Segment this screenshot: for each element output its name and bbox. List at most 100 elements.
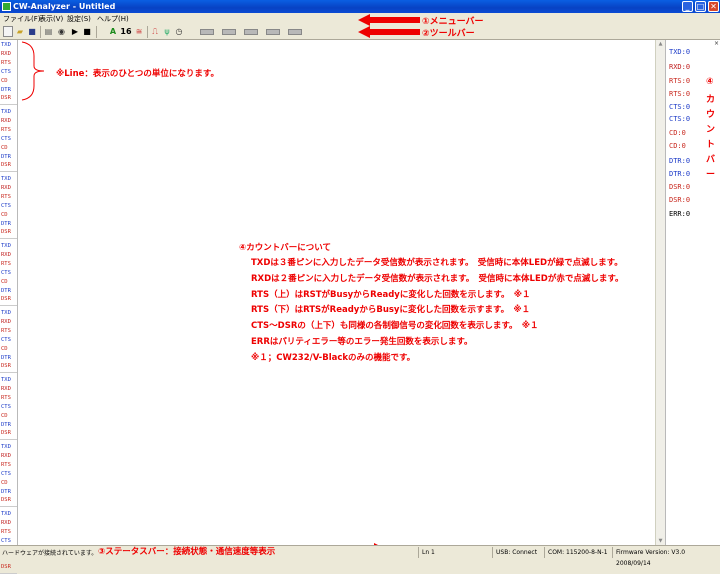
panel-3-icon[interactable] [244, 29, 258, 35]
line-signal-label: DTR [1, 421, 11, 428]
line-signal-label: TXD [1, 243, 11, 249]
save-icon[interactable]: ■ [27, 26, 37, 37]
line-signal-label: DTR [1, 86, 11, 93]
line-signal-label: TXD [1, 109, 11, 115]
annotation-line-note: ※Line：表示のひとつの単位になります。 [56, 69, 219, 79]
line-signal-label: CTS [1, 403, 11, 410]
line-signal-label: DSR [1, 95, 11, 102]
line-signal-label: CD [1, 77, 8, 84]
window-title: CW-Analyzer - Untitled [13, 2, 116, 11]
line-signal-label: RXD [1, 117, 11, 124]
counter-dsr-up: DSR:0 [669, 183, 691, 191]
clear-icon[interactable]: ≊ [134, 26, 144, 37]
line-signal-label: RXD [1, 251, 11, 258]
line-signal-label: RTS [1, 327, 11, 334]
line-signal-label: DSR [1, 430, 11, 437]
annotation-countbar-char: ウ [706, 110, 716, 120]
status-message: ハードウェアが接続されています。 [2, 550, 98, 557]
annotation-toolbar: ②ツールバー [422, 29, 475, 39]
annotation-desc-line: RTS（上）はRSTがBusyからReadyに変化した回数を示します。 ※１ [251, 290, 531, 300]
line-signal-label: DSR [1, 497, 11, 504]
line-signal-label: CTS [1, 68, 11, 75]
line-group: TXD RXD RTS CTS CD DTR DSR [0, 442, 17, 507]
close-icon[interactable]: × [714, 40, 719, 47]
line-group: TXD RXD RTS CTS CD DTR DSR [0, 174, 17, 239]
counter-rts-down: RTS:0 [669, 90, 691, 98]
annotation-desc-title: ④カウントバーについて [239, 243, 331, 253]
signal-icon[interactable]: ψ [162, 26, 172, 37]
counter-dtr-down: DTR:0 [669, 170, 691, 178]
line-signal-label: DTR [1, 220, 11, 227]
line-brace-icon [21, 41, 45, 101]
annotation-countbar-char: カ [706, 95, 716, 105]
maximize-button[interactable]: □ [695, 1, 706, 12]
annotation-countbar-char: ン [706, 125, 716, 135]
line-signal-label: RXD [1, 519, 11, 526]
line-signal-label: CD [1, 345, 8, 352]
line-signal-label: RTS [1, 394, 11, 401]
scroll-down-icon[interactable]: ▼ [656, 537, 665, 545]
hex16-icon[interactable]: 16 [120, 26, 132, 37]
line-signal-label: DTR [1, 153, 11, 160]
annotation-countbar-char: ト [706, 140, 716, 150]
counter-cd-up: CD:0 [669, 129, 686, 137]
line-signal-label: DTR [1, 488, 11, 495]
run-icon[interactable]: ▶ [70, 26, 80, 37]
counter-rts-up: RTS:0 [669, 77, 691, 85]
line-group: TXD RXD RTS CTS CD DTR DSR [0, 375, 17, 440]
line-signal-label: CTS [1, 135, 11, 142]
pulse-icon[interactable]: ⎍ [150, 26, 160, 37]
status-line-number: Ln 1 [418, 547, 492, 558]
menu-view[interactable]: 表示(V) [39, 13, 63, 25]
menu-help[interactable]: ヘルプ(H) [97, 13, 129, 25]
print-icon[interactable]: ▤ [43, 26, 54, 37]
line-signal-label: DSR [1, 564, 11, 571]
clock-icon[interactable]: ◷ [174, 26, 184, 37]
vertical-scrollbar[interactable]: ▲ ▼ [655, 40, 665, 545]
close-button[interactable]: ✕ [708, 1, 719, 12]
arrow-menubar-icon [358, 14, 420, 26]
counter-dtr-up: DTR:0 [669, 157, 691, 165]
new-file-icon[interactable] [3, 26, 13, 37]
scroll-up-icon[interactable]: ▲ [656, 40, 665, 48]
stop-icon[interactable]: ■ [82, 26, 92, 37]
panel-4-icon[interactable] [266, 29, 280, 35]
panel-2-icon[interactable] [222, 29, 236, 35]
line-signal-label: TXD [1, 42, 11, 48]
counter-txd: TXD:0 [669, 48, 691, 56]
line-signal-label: DSR [1, 162, 11, 169]
annotation-desc-line: RTS（下）はRTSがReadyからBusyに変化した回数を示すます。 ※１ [251, 305, 531, 315]
line-signal-label: RTS [1, 193, 11, 200]
menu-file[interactable]: ファイル(F) [3, 13, 41, 25]
panel-1-icon[interactable] [200, 29, 214, 35]
line-signal-label: TXD [1, 444, 11, 450]
minimize-button[interactable]: _ [682, 1, 693, 12]
arrow-toolbar-icon [358, 26, 420, 38]
line-group: TXD RXD RTS CTS CD DTR DSR [0, 241, 17, 306]
line-signal-label: CD [1, 412, 8, 419]
line-group: TXD RXD RTS CTS CD DTR DSR [0, 107, 17, 172]
counter-err: ERR:0 [669, 210, 691, 218]
line-signal-label: RXD [1, 385, 11, 392]
line-signal-label: DTR [1, 287, 11, 294]
line-signal-label: RXD [1, 318, 11, 325]
panel-5-icon[interactable] [288, 29, 302, 35]
line-signal-label: TXD [1, 310, 11, 316]
font-a-icon[interactable]: A [108, 26, 118, 37]
counter-cts-down: CTS:0 [669, 115, 691, 123]
line-signal-label: RTS [1, 528, 11, 535]
annotation-countbar-char: バ [706, 155, 716, 165]
open-folder-icon[interactable]: ▰ [15, 26, 25, 37]
annotation-desc-line: ERRはパリティエラー等のエラー発生回数を表示します。 [251, 337, 473, 347]
counter-rxd: RXD:0 [669, 63, 691, 71]
line-signal-label: TXD [1, 511, 11, 517]
menu-settings[interactable]: 設定(S) [67, 13, 91, 25]
find-icon[interactable]: ◉ [56, 26, 67, 37]
line-signal-label: CD [1, 479, 8, 486]
line-signal-label: TXD [1, 377, 11, 383]
line-signal-label: RXD [1, 50, 11, 57]
counter-cd-down: CD:0 [669, 142, 686, 150]
status-bar: ハードウェアが接続されています。 ③ステータスバー：接続状態・通信速度等表示 L… [0, 545, 720, 567]
line-signal-label: DSR [1, 296, 11, 303]
line-signal-label: CTS [1, 470, 11, 477]
